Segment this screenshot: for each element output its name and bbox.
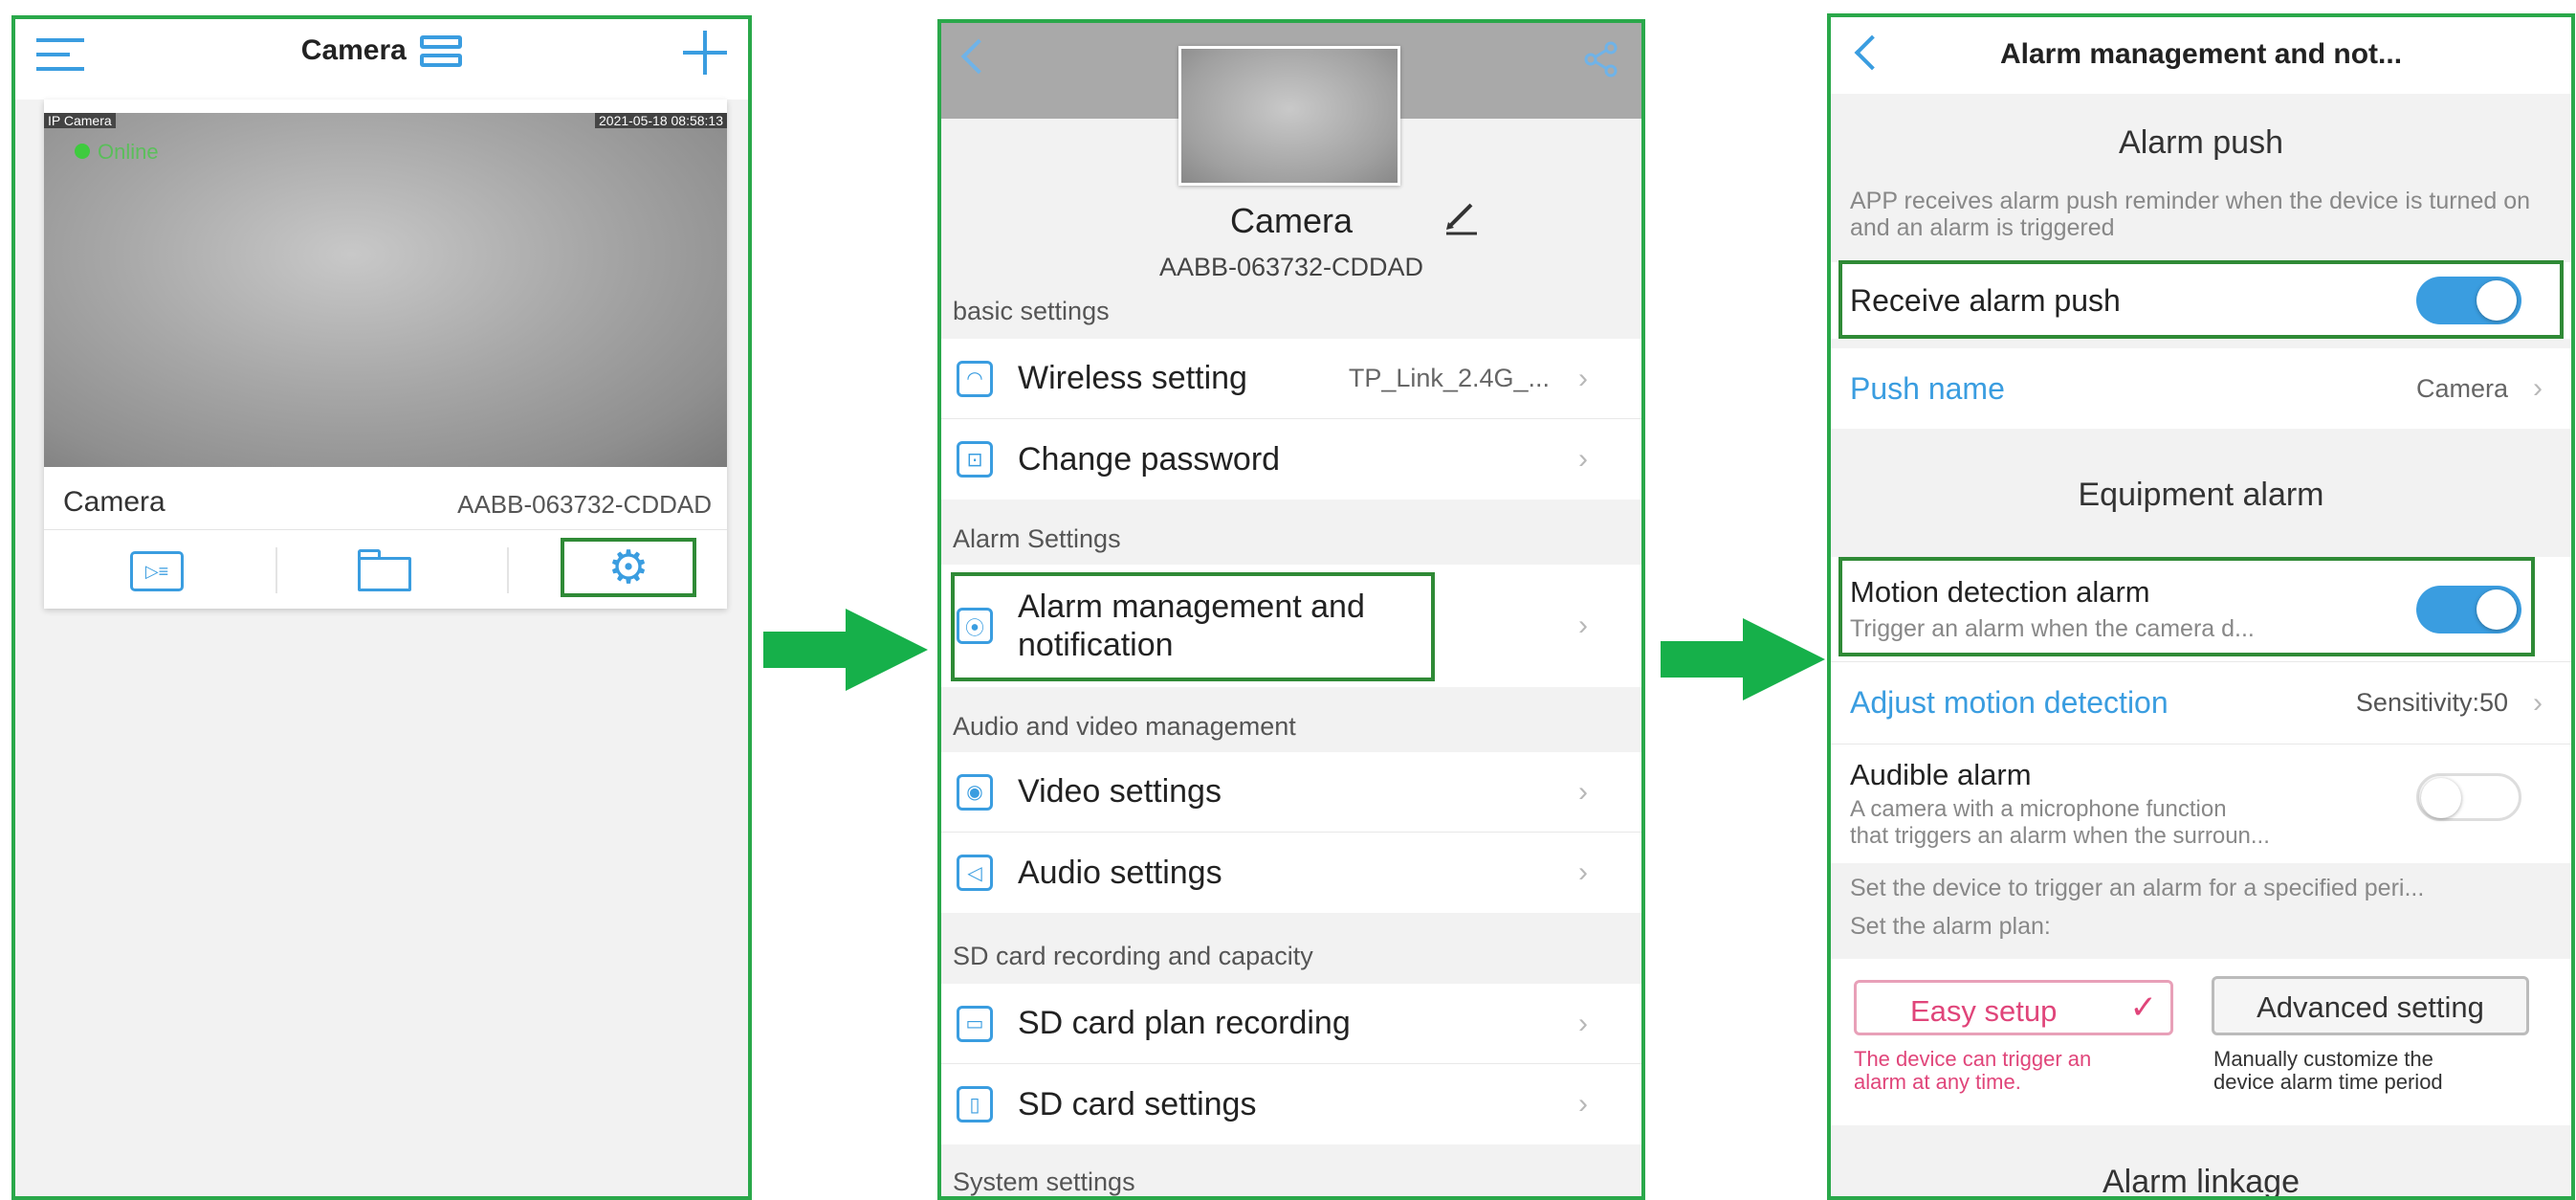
section-audio-video: Audio and video management	[953, 712, 1296, 741]
action-divider	[275, 547, 277, 593]
alarm-push-description: APP receives alarm push reminder when th…	[1850, 188, 2531, 241]
alarm-page-title: Alarm management and not...	[1999, 38, 2403, 70]
section-sd-card: SD card recording and capacity	[953, 942, 1313, 970]
app-header: Camera	[15, 19, 748, 100]
sd-card-settings-row[interactable]: ▯ SD card settings ›	[941, 1064, 1641, 1144]
video-settings-label: Video settings	[1018, 773, 1222, 810]
lock-icon: ⊡	[957, 441, 993, 478]
audio-settings-label: Audio settings	[1018, 854, 1222, 891]
camera-preview[interactable]: IP Camera 2021-05-18 08:58:13 Online	[44, 113, 727, 467]
advanced-setting-description-1: Manually customize the	[2213, 1047, 2433, 1071]
easy-setup-label: Easy setup	[1910, 994, 2058, 1028]
back-icon[interactable]	[960, 38, 997, 75]
adjust-motion-value: Sensitivity:50	[2355, 688, 2508, 717]
alarm-linkage-heading: Alarm linkage	[2103, 1164, 2300, 1200]
chevron-right-icon: ›	[1578, 1088, 1588, 1120]
audible-alarm-description-2: that triggers an alarm when the surroun.…	[1850, 823, 2270, 849]
sd-plan-recording-row[interactable]: ▭ SD card plan recording ›	[941, 984, 1641, 1064]
panel-alarm-management: Alarm management and not... Alarm push A…	[1827, 13, 2575, 1200]
alarm-management-highlight	[951, 572, 1435, 681]
layout-toggle-icon[interactable]	[420, 35, 463, 68]
chevron-right-icon: ›	[2533, 686, 2543, 719]
audible-alarm-toggle[interactable]	[2416, 773, 2521, 821]
folder-icon[interactable]	[358, 549, 411, 591]
chevron-right-icon: ›	[1578, 1007, 1588, 1039]
audio-settings-row[interactable]: ◁ Audio settings ›	[941, 833, 1641, 913]
device-name: Camera	[1229, 201, 1354, 240]
camera-actions: ▷≡ ⚙	[44, 532, 727, 609]
alarm-push-heading: Alarm push	[2119, 124, 2283, 161]
device-thumbnail[interactable]	[1178, 46, 1400, 186]
panel-camera-list: Camera IP Camera 2021-05-18 08:58:13 Onl…	[11, 15, 752, 1200]
wifi-icon: ◠	[957, 360, 993, 397]
camera-name: Camera	[63, 486, 165, 518]
speaker-icon: ◁	[957, 855, 993, 891]
header-title: Camera	[300, 34, 407, 66]
advanced-setting-description-2: device alarm time period	[2213, 1070, 2443, 1094]
chevron-right-icon: ›	[1578, 362, 1588, 394]
change-password-label: Change password	[1018, 440, 1281, 478]
equipment-alarm-heading: Equipment alarm	[2078, 477, 2324, 513]
audible-alarm-row: Audible alarm A camera with a microphone…	[1831, 744, 2571, 863]
receive-alarm-push-highlight	[1838, 260, 2564, 339]
chevron-right-icon: ›	[1578, 856, 1588, 888]
push-name-label: Push name	[1850, 370, 2005, 406]
device-id: AABB-063732-CDDAD	[1158, 253, 1424, 281]
audible-alarm-text: Audible alarm A camera with a microphone…	[1850, 758, 2270, 850]
section-basic-settings: basic settings	[953, 297, 1110, 325]
arrow-right-icon	[763, 609, 928, 691]
alarm-header: Alarm management and not...	[1831, 17, 2571, 94]
panel-device-settings: Camera AABB-063732-CDDAD basic settings …	[937, 19, 1645, 1200]
chevron-right-icon: ›	[1578, 775, 1588, 808]
adjust-motion-label: Adjust motion detection	[1850, 685, 2169, 720]
chevron-right-icon: ›	[1578, 443, 1588, 475]
sd-card-icon: ▯	[957, 1086, 993, 1122]
motion-detection-highlight	[1838, 557, 2535, 656]
change-password-row[interactable]: ⊡ Change password ›	[941, 419, 1641, 500]
alarm-plan-line-1: Set the device to trigger an alarm for a…	[1850, 875, 2425, 901]
add-icon[interactable]	[683, 31, 727, 75]
push-name-value: Camera	[2415, 373, 2508, 403]
chevron-right-icon: ›	[1578, 610, 1588, 641]
easy-setup-description-2: alarm at any time.	[1854, 1070, 2021, 1094]
action-divider	[507, 547, 509, 593]
section-system-settings: System settings	[953, 1167, 1135, 1196]
alarm-plan-line-2: Set the alarm plan:	[1850, 913, 2051, 940]
online-status: Online	[98, 140, 159, 164]
audible-alarm-label: Audible alarm	[1850, 758, 2032, 791]
easy-setup-button[interactable]: Easy setup ✓	[1854, 980, 2173, 1035]
camera-card[interactable]: IP Camera 2021-05-18 08:58:13 Online Cam…	[44, 100, 727, 609]
checkmark-icon: ✓	[2129, 989, 2158, 1026]
arrow-right-icon	[1661, 618, 1825, 700]
advanced-setting-button[interactable]: Advanced setting	[2212, 976, 2529, 1035]
chevron-right-icon: ›	[2533, 372, 2543, 404]
tutorial-stage: Camera IP Camera 2021-05-18 08:58:13 Onl…	[0, 0, 2576, 1200]
push-name-row[interactable]: Push name Camera ›	[1831, 348, 2571, 429]
camera-icon: ◉	[957, 773, 993, 811]
overlay-timestamp: 2021-05-18 08:58:13	[595, 113, 727, 128]
wireless-network-value: TP_Link_2.4G_...	[1348, 364, 1550, 392]
sd-plan-recording-label: SD card plan recording	[1018, 1005, 1351, 1041]
wireless-setting-label: Wireless setting	[1018, 360, 1247, 396]
wireless-setting-row[interactable]: ◠ Wireless setting TP_Link_2.4G_... ›	[941, 339, 1641, 419]
easy-setup-description-1: The device can trigger an	[1854, 1047, 2092, 1071]
overlay-camera-name: IP Camera	[44, 113, 116, 128]
video-settings-row[interactable]: ◉ Video settings ›	[941, 752, 1641, 833]
record-icon: ▭	[957, 1005, 993, 1042]
sd-card-settings-label: SD card settings	[1018, 1085, 1257, 1122]
edit-icon[interactable]	[1441, 195, 1483, 237]
section-alarm-settings: Alarm Settings	[953, 524, 1121, 553]
gear-icon[interactable]: ⚙	[603, 544, 654, 593]
advanced-setting-label: Advanced setting	[2257, 990, 2484, 1024]
camera-info-row: Camera AABB-063732-CDDAD	[44, 467, 727, 530]
share-icon[interactable]	[1582, 40, 1620, 78]
alarm-plan-panel: Easy setup ✓ The device can trigger an a…	[1831, 959, 2571, 1125]
online-status-dot	[75, 144, 90, 159]
header-title-wrap: Camera	[15, 34, 748, 68]
adjust-motion-row[interactable]: Adjust motion detection Sensitivity:50 ›	[1831, 662, 2571, 744]
playback-icon[interactable]: ▷≡	[130, 551, 184, 591]
audible-alarm-description-1: A camera with a microphone function	[1850, 796, 2227, 822]
camera-id: AABB-063732-CDDAD	[457, 490, 712, 519]
